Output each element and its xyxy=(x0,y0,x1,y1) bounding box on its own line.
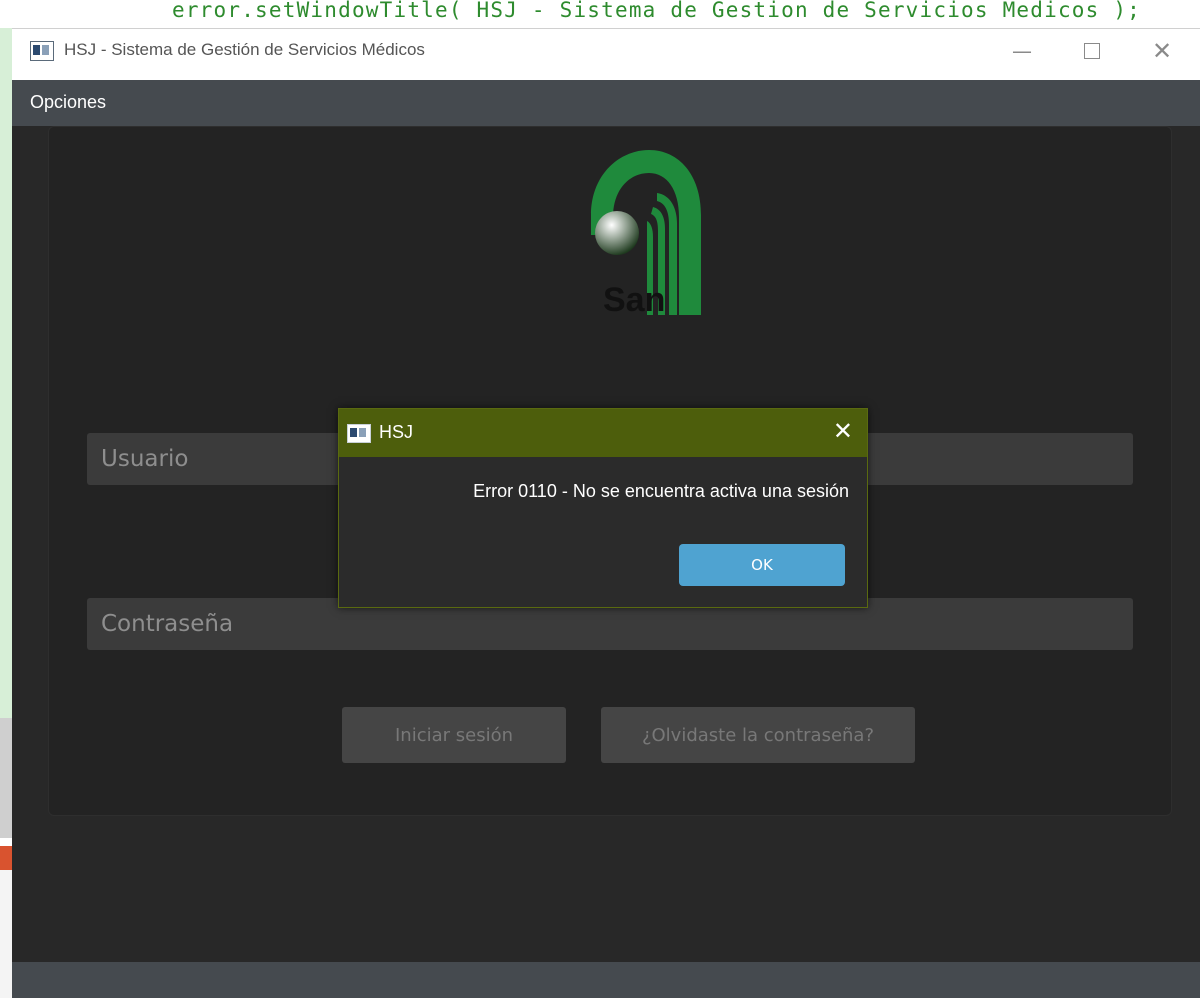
background-editor-strip: error.setWindowTitle( HSJ - Sistema de G… xyxy=(0,0,1200,28)
close-button[interactable]: ✕ xyxy=(1132,29,1192,73)
close-icon: ✕ xyxy=(1151,37,1173,65)
menu-bar: Opciones xyxy=(12,80,1200,126)
error-dialog: HSJ ✕ Error 0110 - No se encuentra activ… xyxy=(338,408,868,608)
dialog-message: Error 0110 - No se encuentra activa una … xyxy=(473,481,849,501)
logo-text: San xyxy=(603,281,665,315)
background-editor-edge xyxy=(0,28,14,998)
menu-opciones[interactable]: Opciones xyxy=(30,92,106,113)
editor-margin-white xyxy=(0,870,12,998)
maximize-button[interactable] xyxy=(1062,29,1122,73)
dialog-title: HSJ xyxy=(379,422,414,442)
dialog-app-icon xyxy=(347,424,371,443)
maximize-icon xyxy=(1084,43,1100,59)
dialog-close-icon[interactable]: ✕ xyxy=(833,417,853,445)
editor-margin-grey xyxy=(0,718,12,838)
title-bar[interactable]: HSJ - Sistema de Gestión de Servicios Mé… xyxy=(12,28,1200,81)
background-code-line: error.setWindowTitle( HSJ - Sistema de G… xyxy=(172,0,1142,22)
minimize-button[interactable]: — xyxy=(992,29,1052,73)
login-button[interactable]: Iniciar sesión xyxy=(342,707,566,763)
editor-margin-marker xyxy=(0,846,12,870)
forgot-password-button[interactable]: ¿Olvidaste la contraseña? xyxy=(601,707,915,763)
window-title: HSJ - Sistema de Gestión de Servicios Mé… xyxy=(64,40,425,59)
dialog-title-bar[interactable]: HSJ ✕ xyxy=(339,409,867,457)
ok-button[interactable]: OK xyxy=(679,544,845,586)
app-icon xyxy=(30,41,54,61)
status-bar xyxy=(12,962,1200,998)
minimize-icon: — xyxy=(1012,39,1032,63)
hospital-logo: San xyxy=(591,150,701,315)
